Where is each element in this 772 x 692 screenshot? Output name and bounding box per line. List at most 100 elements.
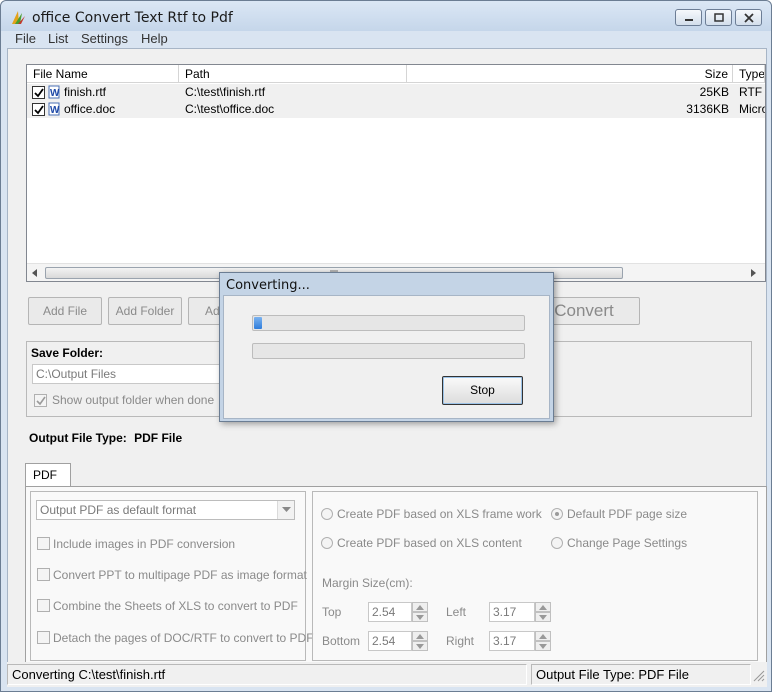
row-checkbox[interactable] [32, 103, 45, 116]
resize-grip-icon[interactable] [753, 670, 765, 682]
spin-up-button[interactable] [412, 602, 428, 612]
margin-left-spinner[interactable] [535, 602, 551, 622]
progress-fill [254, 317, 262, 329]
arrow-down-icon [416, 644, 424, 649]
tab-pdf[interactable]: PDF [25, 463, 71, 487]
show-output-checkbox[interactable] [34, 394, 47, 407]
output-file-type-row: Output File Type: PDF File [29, 431, 182, 445]
radio-selected-dot [555, 512, 559, 516]
arrow-up-icon [539, 605, 547, 610]
svg-text:W: W [50, 105, 60, 116]
xls-content-label: Create PDF based on XLS content [337, 536, 522, 550]
output-file-type-label: Output File Type: [29, 431, 127, 445]
margin-right-spinner[interactable] [535, 631, 551, 651]
xls-frame-radio[interactable] [321, 508, 333, 520]
status-output-type: Output File Type: PDF File [531, 664, 751, 685]
restore-icon [714, 13, 724, 22]
menu-list[interactable]: List [48, 31, 68, 46]
column-header-path[interactable]: Path [179, 65, 407, 83]
arrow-up-icon [416, 605, 424, 610]
select-arrow[interactable] [277, 501, 294, 519]
spin-up-button[interactable] [535, 631, 551, 641]
include-images-checkbox[interactable] [37, 537, 50, 550]
spin-down-button[interactable] [535, 641, 551, 651]
file-list[interactable]: File Name Path Size Type W finish.rtf C:… [26, 64, 766, 282]
stop-button[interactable]: Stop [442, 376, 523, 405]
output-file-type-value: PDF File [134, 431, 183, 445]
margin-top-label: Top [322, 605, 342, 619]
format-select[interactable]: Output PDF as default format [36, 500, 295, 520]
margin-top-input[interactable]: 2.54 [368, 602, 412, 622]
file-path: C:\test\office.doc [185, 102, 275, 116]
combine-sheets-label: Combine the Sheets of XLS to convert to … [53, 599, 298, 613]
margin-right-label: Right [446, 634, 475, 648]
table-row[interactable]: W finish.rtf C:\test\finish.rtf 25KB RTF [27, 84, 765, 101]
table-row[interactable]: W office.doc C:\test\office.doc 3136KB M… [27, 101, 765, 118]
title-bar[interactable]: office Convert Text Rtf to Pdf [1, 1, 771, 31]
close-button[interactable] [735, 9, 762, 26]
file-size: 3136KB [686, 102, 729, 116]
file-path: C:\test\finish.rtf [185, 85, 266, 99]
margin-bottom-label: Bottom [322, 634, 361, 648]
file-size: 25KB [699, 85, 729, 99]
spin-down-button[interactable] [412, 641, 428, 651]
menu-settings[interactable]: Settings [81, 31, 128, 46]
arrow-up-icon [416, 634, 424, 639]
file-type: Micro [739, 102, 765, 116]
arrow-down-icon [539, 615, 547, 620]
checkmark-icon [36, 396, 46, 406]
save-folder-input[interactable]: C:\Output Files [32, 364, 232, 384]
status-progress-text: Converting C:\test\finish.rtf [7, 664, 527, 685]
margin-top-spinner[interactable] [412, 602, 428, 622]
minimize-button[interactable] [675, 9, 702, 26]
maximize-button[interactable] [705, 9, 732, 26]
word-document-icon: W [48, 85, 60, 99]
menu-help[interactable]: Help [141, 31, 168, 46]
include-images-label: Include images in PDF conversion [53, 537, 236, 551]
column-header-size[interactable]: Size [407, 65, 733, 83]
spin-down-button[interactable] [412, 612, 428, 622]
xls-content-radio[interactable] [321, 537, 333, 549]
detach-pages-label: Detach the pages of DOC/RTF to convert t… [53, 631, 314, 645]
ppt-image-checkbox[interactable] [37, 568, 50, 581]
margin-left-label: Left [446, 605, 467, 619]
converting-dialog: Converting... Stop [219, 272, 554, 422]
pdf-tab-panel: Output PDF as default format Include ima… [25, 486, 767, 664]
save-folder-label: Save Folder: [31, 346, 104, 360]
row-checkbox[interactable] [32, 86, 45, 99]
column-header-filename[interactable]: File Name [27, 65, 179, 83]
format-select-value: Output PDF as default format [40, 503, 197, 517]
menu-file[interactable]: File [15, 31, 36, 46]
file-name: office.doc [64, 102, 116, 116]
change-page-radio[interactable] [551, 537, 563, 549]
margin-size-label: Margin Size(cm): [322, 576, 413, 590]
margin-bottom-spinner[interactable] [412, 631, 428, 651]
arrow-up-icon [539, 634, 547, 639]
ppt-image-label: Convert PPT to multipage PDF as image fo… [53, 568, 307, 582]
app-leaf-icon [12, 11, 25, 24]
detach-pages-checkbox[interactable] [37, 631, 50, 644]
add-folder-button[interactable]: Add Folder [108, 297, 182, 325]
scroll-left-icon[interactable] [31, 269, 39, 277]
file-name: finish.rtf [64, 85, 107, 99]
margin-left-input[interactable]: 3.17 [489, 602, 535, 622]
default-page-radio[interactable] [551, 508, 563, 520]
scroll-right-icon[interactable] [749, 269, 757, 277]
menu-bar: File List Settings Help [7, 31, 767, 47]
spin-up-button[interactable] [535, 602, 551, 612]
dialog-title: Converting... [226, 278, 310, 293]
secondary-progress-bar [252, 343, 525, 359]
column-header-type[interactable]: Type [733, 65, 765, 83]
margin-right-input[interactable]: 3.17 [489, 631, 535, 651]
xls-frame-label: Create PDF based on XLS frame work [337, 507, 542, 521]
svg-text:W: W [50, 88, 60, 99]
dialog-body: Stop [223, 295, 550, 419]
combine-sheets-checkbox[interactable] [37, 599, 50, 612]
window-title: office Convert Text Rtf to Pdf [32, 10, 233, 26]
show-output-label: Show output folder when done [52, 393, 215, 407]
status-bar: Converting C:\test\finish.rtf Output Fil… [7, 662, 767, 687]
add-file-button[interactable]: Add File [28, 297, 102, 325]
spin-up-button[interactable] [412, 631, 428, 641]
margin-bottom-input[interactable]: 2.54 [368, 631, 412, 651]
spin-down-button[interactable] [535, 612, 551, 622]
